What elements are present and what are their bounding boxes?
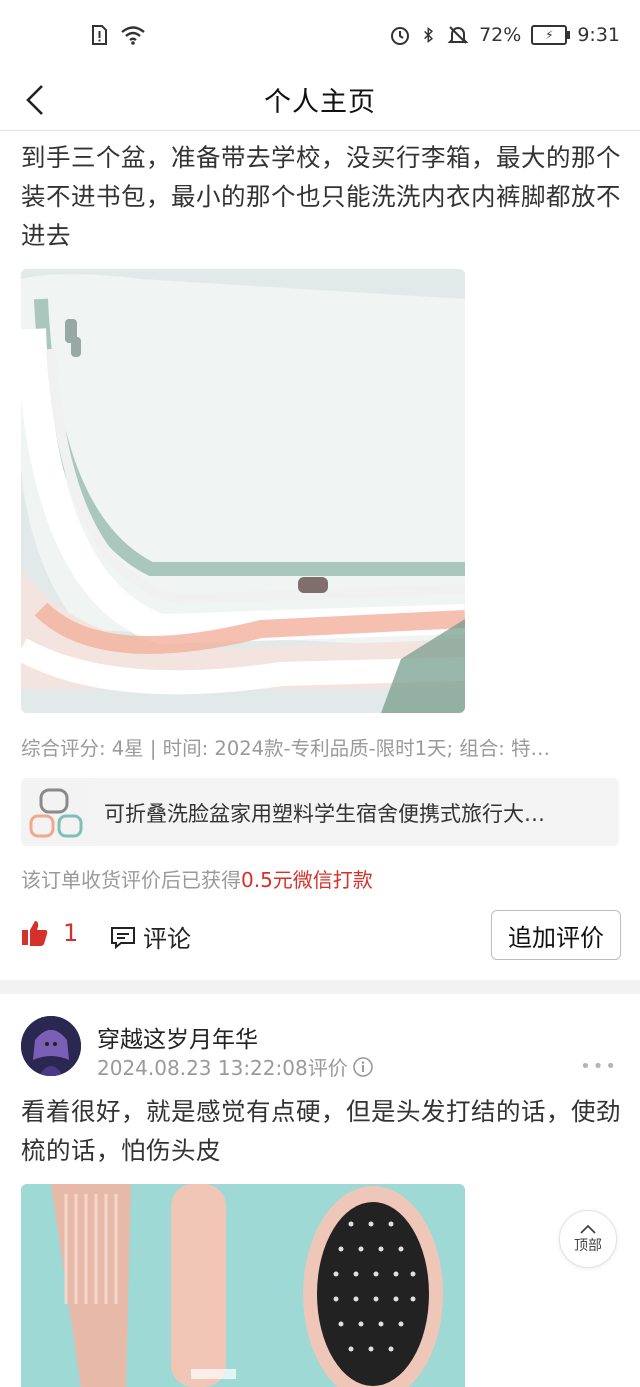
comment-label: 评论 bbox=[143, 925, 191, 953]
username[interactable]: 穿越这岁月年华 bbox=[97, 1020, 258, 1054]
section-divider bbox=[0, 980, 640, 994]
alarm-icon bbox=[391, 27, 410, 45]
like-count: 1 bbox=[63, 919, 79, 947]
clock: 9:31 bbox=[577, 24, 620, 46]
review-text: 到手三个盆，准备带去学校，没买行李箱，最大的那个装不进书包，最小的那个也只能洗洗… bbox=[21, 143, 621, 250]
more-options-icon[interactable]: ••• bbox=[580, 1056, 618, 1077]
page-title: 个人主页 bbox=[264, 87, 376, 118]
comment-button[interactable]: 评论 bbox=[109, 919, 191, 954]
timestamp-text: 2024.08.23 13:22:08评价 bbox=[97, 1056, 348, 1080]
review-actions: 1 评论 追加评价 bbox=[21, 908, 621, 962]
review-photo-basins[interactable] bbox=[21, 269, 465, 713]
wifi-icon bbox=[121, 26, 145, 45]
back-to-top-button[interactable]: 顶部 bbox=[559, 1210, 617, 1268]
review-meta: 综合评分: 4星 | 时间: 2024款-专利品质-限时1天; 组合: 特… bbox=[21, 737, 551, 760]
review-timestamp: 2024.08.23 13:22:08评价 bbox=[97, 1052, 374, 1081]
info-icon[interactable] bbox=[352, 1056, 374, 1078]
battery-percent: 72% bbox=[479, 24, 522, 46]
review-text-2: 看着很好，就是感觉有点硬，但是头发打结的话，使劲梳的话，怕伤头皮 bbox=[21, 1097, 621, 1165]
status-bar: 72% ⚡ 9:31 bbox=[0, 0, 640, 72]
nav-bar: 个人主页 bbox=[0, 72, 640, 131]
comment-icon bbox=[111, 926, 135, 949]
product-card[interactable]: 可折叠洗脸盆家用塑料学生宿舍便携式旅行大… bbox=[21, 778, 619, 846]
bluetooth-icon bbox=[424, 26, 434, 44]
add-review-button[interactable]: 追加评价 bbox=[491, 910, 621, 960]
product-thumbnail bbox=[21, 778, 89, 846]
reward-info: 该订单收货评价后已获得0.5元微信打款 bbox=[21, 864, 373, 893]
reward-amount: 0.5元微信打款 bbox=[241, 868, 373, 892]
avatar[interactable] bbox=[21, 1016, 81, 1076]
chevron-up-icon bbox=[580, 1224, 596, 1234]
mute-icon bbox=[447, 26, 469, 44]
thumbs-up-icon bbox=[22, 921, 48, 946]
review-photo-combs[interactable] bbox=[21, 1184, 465, 1387]
like-button[interactable]: 1 bbox=[21, 919, 78, 947]
reward-prefix: 该订单收货评价后已获得 bbox=[21, 868, 241, 892]
sim-alert-icon bbox=[92, 25, 107, 45]
back-to-top-label: 顶部 bbox=[574, 1238, 602, 1254]
battery-icon: ⚡ bbox=[531, 25, 571, 45]
product-title[interactable]: 可折叠洗脸盆家用塑料学生宿舍便携式旅行大… bbox=[104, 798, 609, 828]
